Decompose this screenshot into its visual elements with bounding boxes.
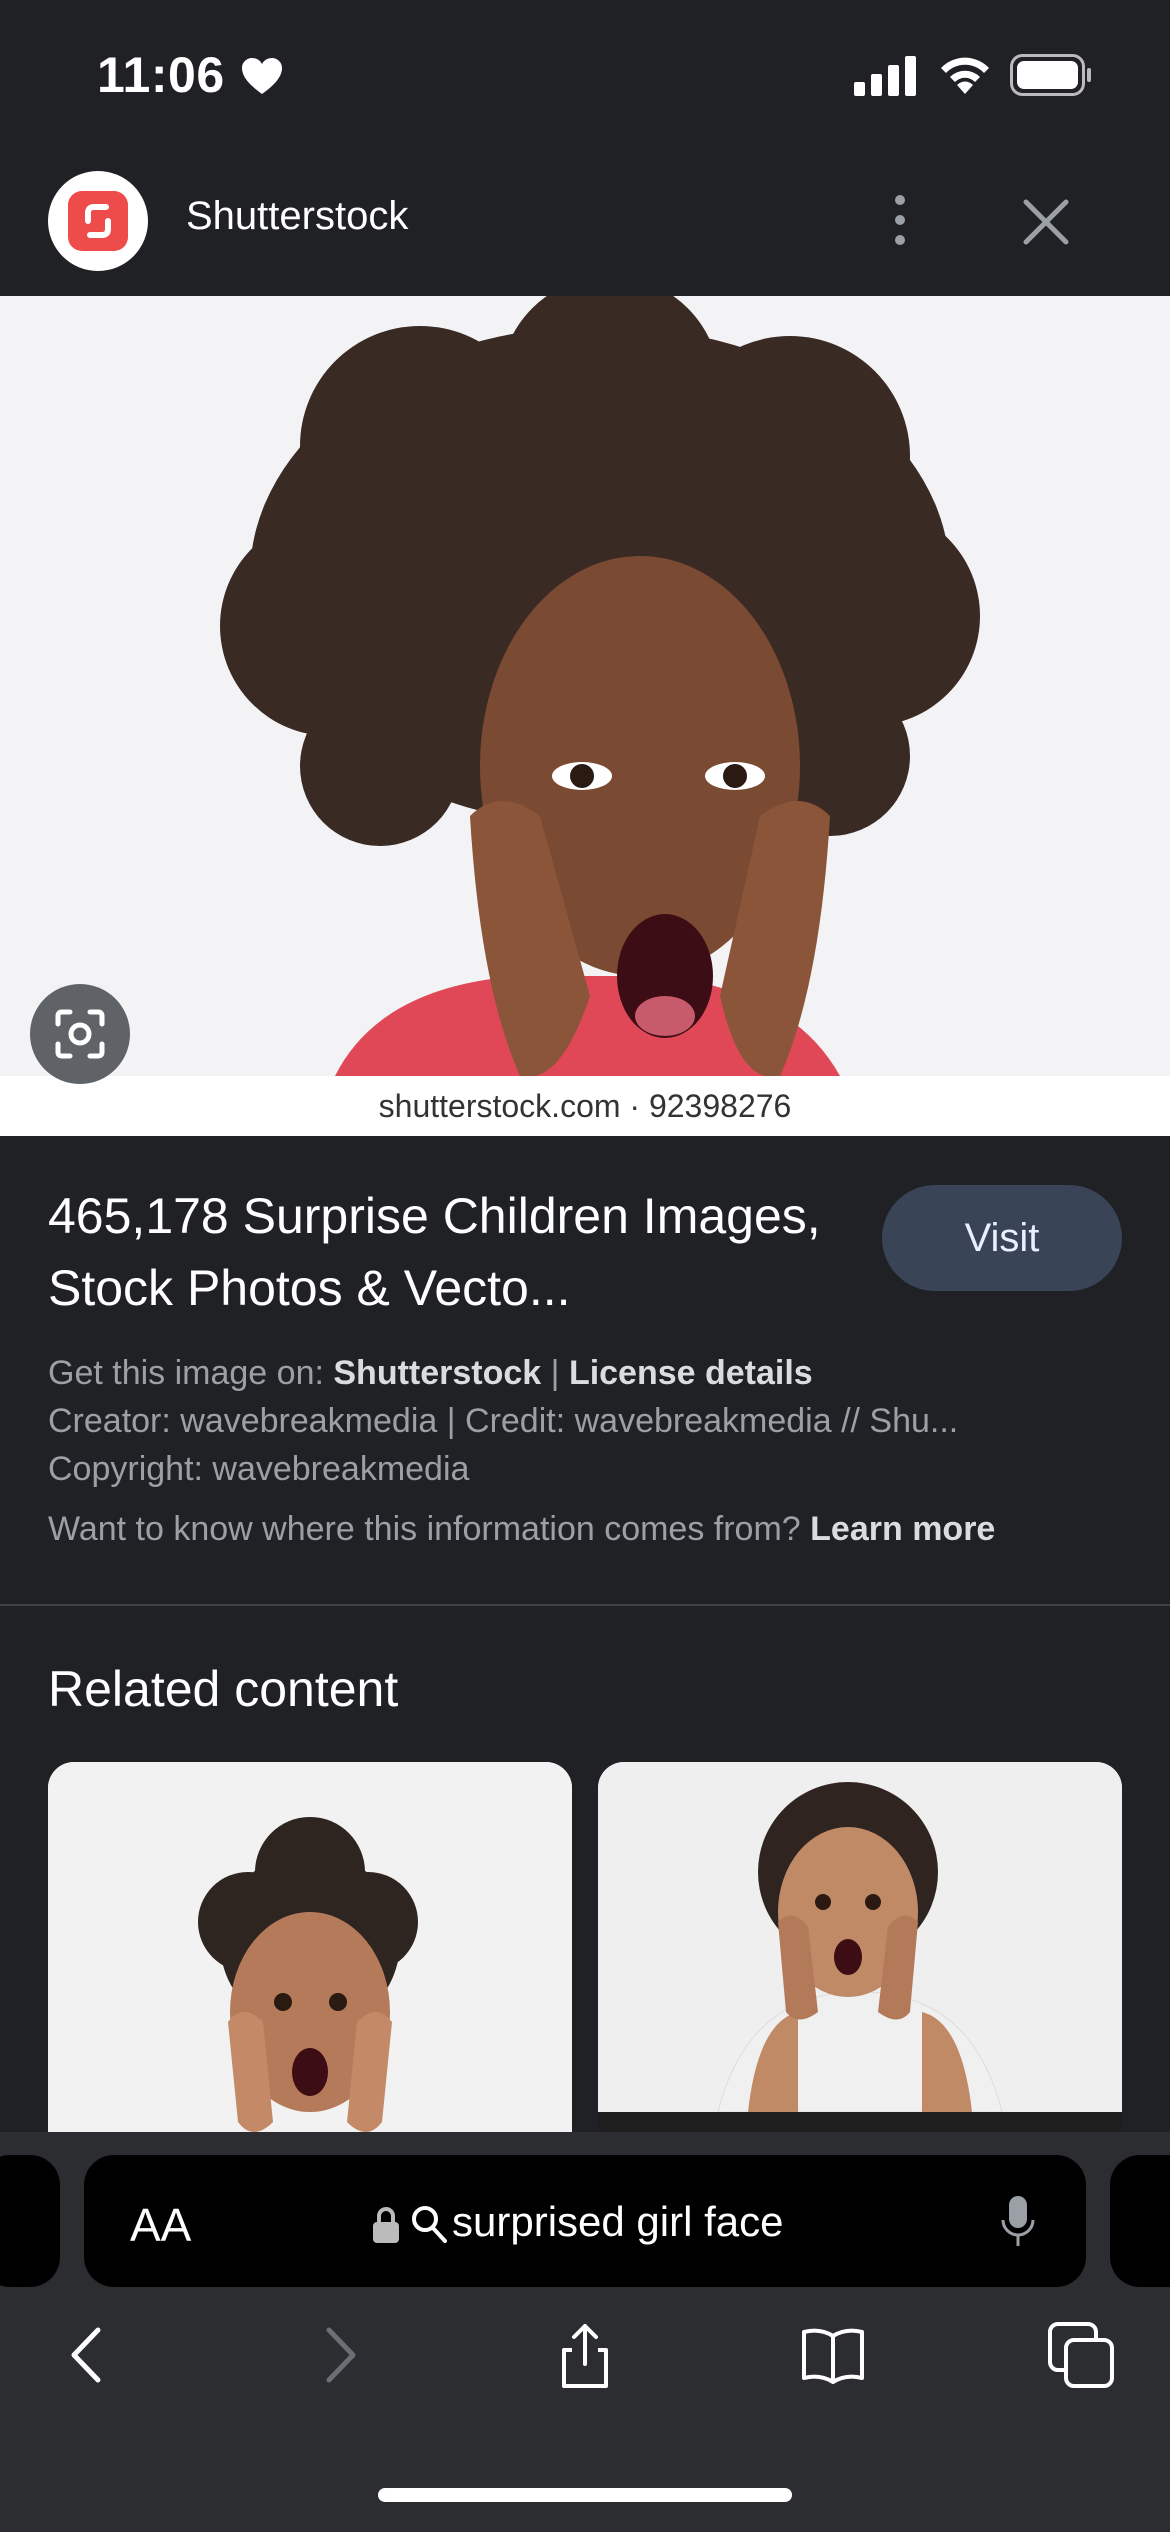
related-image-2[interactable]: [598, 1762, 1122, 2162]
search-icon: [412, 2206, 447, 2243]
source-link[interactable]: Shutterstock: [333, 1354, 541, 1392]
previous-tab-peek[interactable]: [0, 2155, 60, 2287]
learn-more-link[interactable]: Learn more: [810, 1510, 995, 1548]
status-time: 11:06: [97, 47, 225, 103]
back-icon[interactable]: [52, 2320, 122, 2390]
battery-icon: [1010, 54, 1091, 96]
main-image[interactable]: [0, 296, 1170, 1136]
copyright-line: Copyright: wavebreakmedia: [48, 1450, 470, 1488]
image-watermark: shutterstock.com · 92398276: [378, 1088, 792, 1124]
related-heading: Related content: [48, 1661, 399, 1717]
cellular-signal-icon: [854, 56, 916, 96]
share-icon[interactable]: [550, 2320, 620, 2390]
next-tab-peek[interactable]: [1110, 2155, 1170, 2287]
result-title[interactable]: 465,178 Surprise Children Images, Stock …: [48, 1180, 848, 1324]
lens-search-button[interactable]: [30, 984, 130, 1084]
license-details-link[interactable]: License details: [569, 1354, 813, 1392]
section-divider: [0, 1604, 1170, 1606]
more-options-icon[interactable]: [880, 190, 920, 250]
heart-icon: [242, 58, 282, 94]
home-indicator[interactable]: [378, 2488, 792, 2502]
source-separator: |: [541, 1354, 569, 1392]
visit-button[interactable]: Visit: [882, 1185, 1122, 1291]
forward-icon[interactable]: [305, 2320, 375, 2390]
source-line: Get this image on: Shutterstock | Licens…: [48, 1354, 813, 1393]
site-name[interactable]: Shutterstock: [186, 194, 408, 239]
lens-icon: [55, 1009, 105, 1059]
wifi-icon: [941, 57, 989, 94]
creator-line: Creator: wavebreakmedia | Credit: wavebr…: [48, 1402, 959, 1440]
bookmarks-icon[interactable]: [798, 2320, 868, 2390]
info-question-line: Want to know where this information come…: [48, 1510, 995, 1549]
shutterstock-logo: [48, 171, 148, 271]
close-icon[interactable]: [1020, 196, 1072, 248]
tabs-icon[interactable]: [1046, 2320, 1116, 2390]
source-prefix: Get this image on:: [48, 1354, 334, 1392]
source-header: [0, 150, 1170, 296]
lock-icon: [373, 2207, 399, 2243]
info-question: Want to know where this information come…: [48, 1510, 811, 1548]
related-image-1[interactable]: [48, 1762, 572, 2162]
microphone-icon[interactable]: [1000, 2194, 1036, 2250]
reader-settings-button[interactable]: AA: [130, 2198, 191, 2252]
url-search-query[interactable]: surprised girl face: [452, 2198, 783, 2246]
